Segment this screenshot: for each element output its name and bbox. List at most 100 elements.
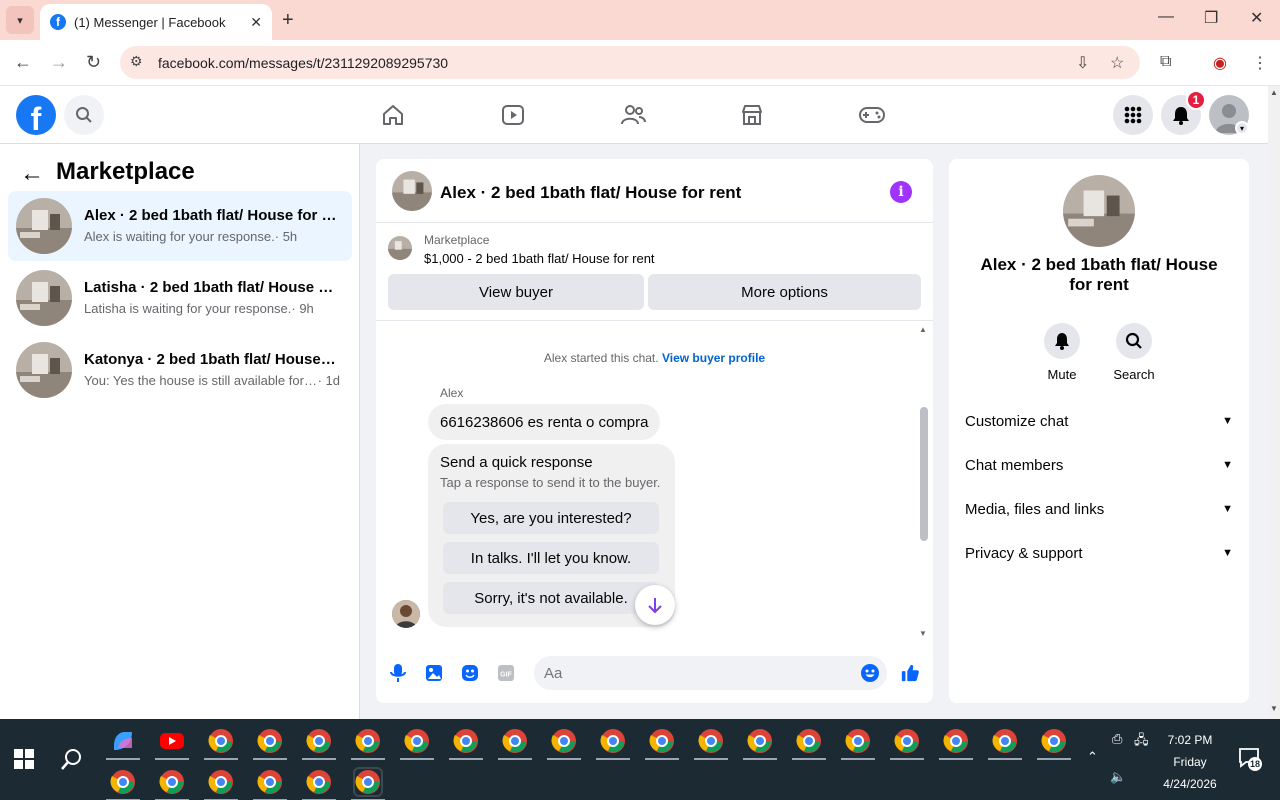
chat-info-panel: Alex · 2 bed 1bath flat/ House for rent … bbox=[949, 159, 1249, 703]
chrome-icon[interactable] bbox=[894, 728, 920, 754]
emoji-icon[interactable] bbox=[860, 663, 880, 683]
sticker-icon[interactable] bbox=[460, 663, 480, 683]
chrome-icon[interactable] bbox=[453, 728, 479, 754]
back-arrow-icon[interactable]: ← bbox=[20, 160, 44, 188]
window-close-icon[interactable]: ✕ bbox=[1250, 8, 1263, 28]
chrome-icon[interactable] bbox=[306, 769, 332, 795]
browser-tab[interactable]: f (1) Messenger | Facebook ✕ bbox=[40, 4, 272, 40]
photo-icon[interactable] bbox=[424, 663, 444, 683]
chrome-icon[interactable] bbox=[649, 728, 675, 754]
chrome-icon[interactable] bbox=[992, 728, 1018, 754]
new-tab-button[interactable]: + bbox=[282, 8, 294, 32]
info-icon[interactable]: i bbox=[890, 181, 912, 203]
chrome-icon[interactable] bbox=[943, 728, 969, 754]
chrome-icon[interactable] bbox=[208, 769, 234, 795]
sender-avatar[interactable] bbox=[392, 600, 420, 628]
tab-search-dropdown[interactable]: ▾ bbox=[6, 6, 34, 34]
chat-members-section[interactable]: Chat members ▼ bbox=[965, 447, 1233, 483]
video-icon[interactable] bbox=[498, 100, 528, 130]
chrome-icon[interactable] bbox=[698, 728, 724, 754]
privacy-support-section[interactable]: Privacy & support ▼ bbox=[965, 535, 1233, 571]
quick-response-yes-button[interactable]: Yes, are you interested? bbox=[443, 502, 659, 534]
scrollbar-thumb[interactable] bbox=[920, 407, 928, 541]
show-hidden-icons-chevron-icon[interactable]: ⌃ bbox=[1087, 749, 1098, 765]
chrome-icon[interactable] bbox=[502, 728, 528, 754]
chrome-icon[interactable] bbox=[600, 728, 626, 754]
meet-now-icon[interactable]: ⎙ bbox=[1112, 731, 1122, 747]
chrome-icon[interactable] bbox=[159, 769, 185, 795]
media-files-links-section[interactable]: Media, files and links ▼ bbox=[965, 491, 1233, 527]
network-icon[interactable]: 🖧 bbox=[1134, 731, 1149, 753]
scroll-up-arrow-icon[interactable]: ▲ bbox=[919, 325, 927, 334]
conversation-item-katonya[interactable]: Katonya · 2 bed 1bath flat/ House for re… bbox=[8, 335, 352, 405]
marketplace-label: Marketplace bbox=[424, 233, 490, 247]
gaming-icon[interactable] bbox=[857, 100, 887, 130]
mute-button[interactable]: Mute bbox=[1034, 323, 1090, 382]
chrome-icon[interactable] bbox=[110, 769, 136, 795]
page-scrollbar[interactable]: ▲ ▼ bbox=[1268, 86, 1280, 719]
browser-menu-icon[interactable]: ⋮ bbox=[1252, 53, 1268, 73]
taskbar-search-icon[interactable] bbox=[60, 747, 84, 776]
chrome-icon[interactable] bbox=[551, 728, 577, 754]
chrome-icon[interactable] bbox=[306, 728, 332, 754]
page-scroll-up-icon[interactable]: ▲ bbox=[1270, 88, 1278, 97]
reload-icon[interactable]: ↻ bbox=[86, 52, 101, 73]
gif-icon[interactable]: GIF bbox=[496, 663, 516, 683]
profile-icon[interactable]: ◉ bbox=[1213, 53, 1227, 73]
bookmark-star-icon[interactable]: ☆ bbox=[1110, 53, 1124, 73]
minimize-icon[interactable]: — bbox=[1158, 8, 1174, 26]
restore-icon[interactable]: ❐ bbox=[1204, 8, 1218, 28]
chrome-icon[interactable] bbox=[747, 728, 773, 754]
install-app-icon[interactable]: ⇩ bbox=[1076, 53, 1089, 73]
chrome-icon[interactable] bbox=[355, 728, 381, 754]
page-scroll-down-icon[interactable]: ▼ bbox=[1270, 704, 1278, 713]
thumbs-up-icon[interactable] bbox=[900, 663, 920, 683]
scroll-down-arrow-icon[interactable]: ▼ bbox=[919, 629, 927, 638]
site-info-icon[interactable]: ⚙ bbox=[130, 53, 143, 70]
volume-icon[interactable]: 🔈 bbox=[1110, 769, 1126, 785]
conversation-item-latisha[interactable]: Latisha · 2 bed 1bath flat/ House for re… bbox=[8, 263, 352, 333]
quick-response-not-available-button[interactable]: Sorry, it's not available. bbox=[443, 582, 659, 614]
friends-icon[interactable] bbox=[618, 100, 648, 130]
customize-chat-section[interactable]: Customize chat ▼ bbox=[965, 403, 1233, 439]
windows-start-icon[interactable] bbox=[14, 749, 34, 769]
chat-title[interactable]: Alex · 2 bed 1bath flat/ House for rent bbox=[440, 183, 741, 203]
chrome-icon[interactable] bbox=[257, 769, 283, 795]
chrome-icon[interactable] bbox=[353, 767, 383, 797]
forward-icon[interactable]: → bbox=[50, 52, 68, 73]
more-options-button[interactable]: More options bbox=[648, 274, 921, 310]
tab-close-icon[interactable]: ✕ bbox=[250, 14, 262, 31]
view-buyer-button[interactable]: View buyer bbox=[388, 274, 644, 310]
app-icon[interactable] bbox=[208, 728, 234, 754]
listing-large-thumbnail[interactable] bbox=[1063, 175, 1135, 247]
conversation-item-alex[interactable]: Alex · 2 bed 1bath flat/ House for rent … bbox=[8, 191, 352, 261]
taskbar-clock[interactable]: 7:02 PM Friday 4/24/2026 bbox=[1160, 729, 1220, 795]
scroll-to-bottom-button[interactable] bbox=[635, 585, 675, 625]
chrome-icon[interactable] bbox=[796, 728, 822, 754]
chrome-icon[interactable] bbox=[845, 728, 871, 754]
account-chevron-icon[interactable]: ▾ bbox=[1235, 121, 1249, 135]
chat-thumbnail[interactable] bbox=[392, 171, 432, 211]
marketplace-icon[interactable] bbox=[737, 100, 767, 130]
microphone-icon[interactable] bbox=[388, 663, 408, 683]
facebook-logo-icon[interactable]: f bbox=[16, 95, 56, 135]
youtube-icon[interactable] bbox=[159, 728, 185, 754]
notification-center-icon[interactable]: 18 bbox=[1238, 747, 1262, 771]
menu-grid-icon[interactable] bbox=[1113, 95, 1153, 135]
extensions-icon[interactable]: ⧉ bbox=[1160, 53, 1171, 71]
message-scrollbar[interactable]: ▲ ▼ bbox=[916, 325, 930, 641]
chrome-icon[interactable] bbox=[257, 728, 283, 754]
message-input[interactable] bbox=[534, 656, 887, 690]
listing-price-title[interactable]: $1,000 - 2 bed 1bath flat/ House for ren… bbox=[424, 251, 655, 266]
search-icon[interactable] bbox=[64, 95, 104, 135]
copilot-icon[interactable] bbox=[110, 728, 136, 754]
search-in-chat-button[interactable]: Search bbox=[1106, 323, 1162, 382]
chrome-icon[interactable] bbox=[404, 728, 430, 754]
quick-response-in-talks-button[interactable]: In talks. I'll let you know. bbox=[443, 542, 659, 574]
url-bar[interactable]: ⚙ facebook.com/messages/t/23112920892957… bbox=[120, 46, 1140, 79]
view-buyer-profile-link[interactable]: View buyer profile bbox=[662, 351, 765, 365]
back-icon[interactable]: ← bbox=[14, 52, 32, 73]
chrome-icon[interactable] bbox=[1041, 728, 1067, 754]
message-bubble[interactable]: 6616238606 es renta o compra bbox=[428, 404, 661, 440]
home-icon[interactable] bbox=[378, 100, 408, 130]
